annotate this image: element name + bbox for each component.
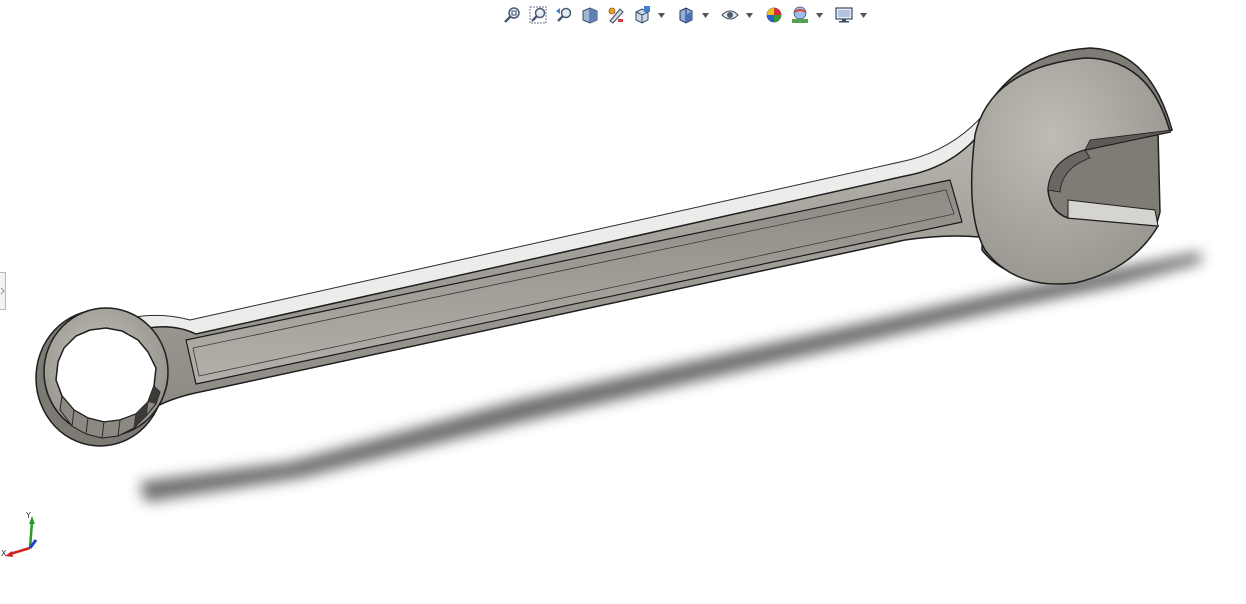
- triad-y-label: Y: [26, 511, 31, 520]
- zoom-to-fit-icon: [504, 7, 520, 23]
- heads-up-view-toolbar: [500, 2, 868, 28]
- eye-icon: [721, 10, 739, 20]
- section-view-icon: [582, 7, 598, 24]
- view-orientation-button[interactable]: [630, 3, 654, 27]
- edit-appearance-icon: [766, 7, 782, 23]
- chevron-down-icon: [859, 12, 867, 18]
- handle-recess: [185, 179, 963, 385]
- chevron-down-icon: [745, 12, 753, 18]
- display-style-icon: [679, 7, 693, 24]
- chevron-down-icon: [815, 12, 823, 18]
- view-orientation-dropdown[interactable]: [656, 3, 666, 27]
- apply-scene-icon: [792, 6, 808, 23]
- chevron-down-icon: [701, 12, 709, 18]
- view-settings-dropdown[interactable]: [858, 3, 868, 27]
- view-settings-button[interactable]: [832, 3, 856, 27]
- section-view-button[interactable]: [578, 3, 602, 27]
- triad-x-axis: [9, 546, 31, 556]
- chevron-down-icon: [657, 12, 665, 18]
- hide-show-items-dropdown[interactable]: [744, 3, 754, 27]
- edit-appearance-button[interactable]: [762, 3, 786, 27]
- previous-view-icon: [556, 7, 572, 22]
- monitor-icon: [835, 7, 853, 23]
- wrench-model-scene[interactable]: [0, 0, 1246, 604]
- zoom-to-fit-button[interactable]: [500, 3, 524, 27]
- apply-scene-dropdown[interactable]: [814, 3, 824, 27]
- zoom-to-area-button[interactable]: [526, 3, 550, 27]
- display-style-button[interactable]: [674, 3, 698, 27]
- dynamic-annotation-icon: [608, 7, 624, 24]
- apply-scene-button[interactable]: [788, 3, 812, 27]
- previous-view-button[interactable]: [552, 3, 576, 27]
- chevron-right-icon: [0, 287, 5, 295]
- reference-triad: Y X: [1, 510, 50, 562]
- dynamic-annotation-views-button[interactable]: [604, 3, 628, 27]
- view-orientation-icon: [635, 6, 650, 24]
- graphics-area[interactable]: Y X: [0, 0, 1246, 604]
- zoom-to-area-icon: [529, 6, 547, 24]
- triad-x-label: X: [1, 549, 7, 558]
- display-style-dropdown[interactable]: [700, 3, 710, 27]
- feature-manager-expand-tab[interactable]: [0, 272, 6, 310]
- hide-show-items-button[interactable]: [718, 3, 742, 27]
